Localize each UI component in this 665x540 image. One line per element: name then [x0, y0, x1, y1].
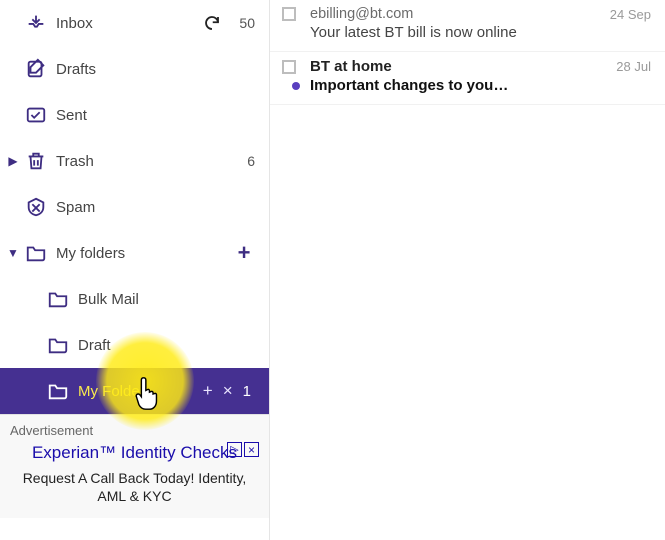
folder-myfolders[interactable]: ▼ My folders + — [0, 230, 269, 276]
subfolder-bulkmail[interactable]: Bulk Mail — [0, 276, 269, 322]
message-date: 24 Sep — [610, 7, 651, 22]
folder-label: Bulk Mail — [74, 291, 255, 308]
folder-label: Inbox — [52, 15, 199, 32]
folder-label: My folders — [52, 245, 233, 262]
unread-dot-icon — [282, 82, 310, 90]
scroll-filler — [270, 105, 665, 540]
folder-sent[interactable]: Sent — [0, 92, 269, 138]
add-folder-icon[interactable]: + — [233, 240, 255, 266]
folder-icon — [42, 380, 74, 402]
caret-expanded-icon[interactable]: ▼ — [6, 246, 20, 260]
message-checkbox[interactable] — [282, 60, 296, 74]
folder-inbox[interactable]: Inbox 50 — [0, 0, 269, 46]
message-list[interactable]: ebilling@bt.com 24 Sep Your latest BT bi… — [270, 0, 665, 540]
subfolder-draft[interactable]: Draft — [0, 322, 269, 368]
message-from: BT at home — [310, 58, 616, 75]
folder-count: 6 — [225, 153, 255, 169]
message-subject: Your latest BT bill is now online — [310, 24, 517, 41]
folder-drafts[interactable]: Drafts — [0, 46, 269, 92]
message-subject: Important changes to you… — [310, 77, 508, 94]
inbox-icon — [20, 12, 52, 34]
ad-title-link[interactable]: Experian™ Identity Checks — [32, 442, 237, 463]
folder-icon — [42, 334, 74, 356]
folder-label: Sent — [52, 107, 255, 124]
folder-count: 1 — [243, 383, 251, 400]
sidebar: Inbox 50 Drafts Sent — [0, 0, 270, 540]
message-date: 28 Jul — [616, 59, 651, 74]
delete-folder-icon[interactable]: × — [223, 381, 233, 401]
message-row[interactable]: BT at home 28 Jul Important changes to y… — [270, 52, 665, 105]
folder-list: Inbox 50 Drafts Sent — [0, 0, 269, 414]
folder-label: Spam — [52, 199, 255, 216]
advertisement-section: Advertisement Experian™ Identity Checks … — [0, 414, 269, 518]
folder-icon — [42, 288, 74, 310]
folder-icon — [20, 242, 52, 264]
refresh-icon[interactable] — [199, 14, 225, 32]
trash-icon — [20, 150, 52, 172]
folder-label: My Folder — [74, 383, 203, 400]
folder-count: 50 — [225, 15, 255, 31]
selected-folder-actions: + × 1 — [203, 381, 255, 401]
add-subfolder-icon[interactable]: + — [203, 381, 213, 401]
message-row[interactable]: ebilling@bt.com 24 Sep Your latest BT bi… — [270, 0, 665, 52]
folder-label: Drafts — [52, 61, 255, 78]
drafts-icon — [20, 58, 52, 80]
ad-description: Request A Call Back Today! Identity, AML… — [10, 469, 259, 505]
caret-collapsed-icon[interactable]: ▶ — [6, 154, 20, 168]
app-root: Inbox 50 Drafts Sent — [0, 0, 665, 540]
spam-icon — [20, 196, 52, 218]
message-from: ebilling@bt.com — [310, 6, 610, 22]
folder-trash[interactable]: ▶ Trash 6 — [0, 138, 269, 184]
folder-spam[interactable]: Spam — [0, 184, 269, 230]
folder-label: Draft — [74, 337, 255, 354]
message-checkbox[interactable] — [282, 7, 296, 21]
adchoices-icon[interactable]: ▷ — [227, 442, 242, 457]
ad-close-icon[interactable]: × — [244, 442, 259, 457]
sent-icon — [20, 104, 52, 126]
folder-label: Trash — [52, 153, 225, 170]
ad-label: Advertisement — [10, 423, 259, 438]
subfolder-myfolder-selected[interactable]: My Folder + × 1 — [0, 368, 269, 414]
